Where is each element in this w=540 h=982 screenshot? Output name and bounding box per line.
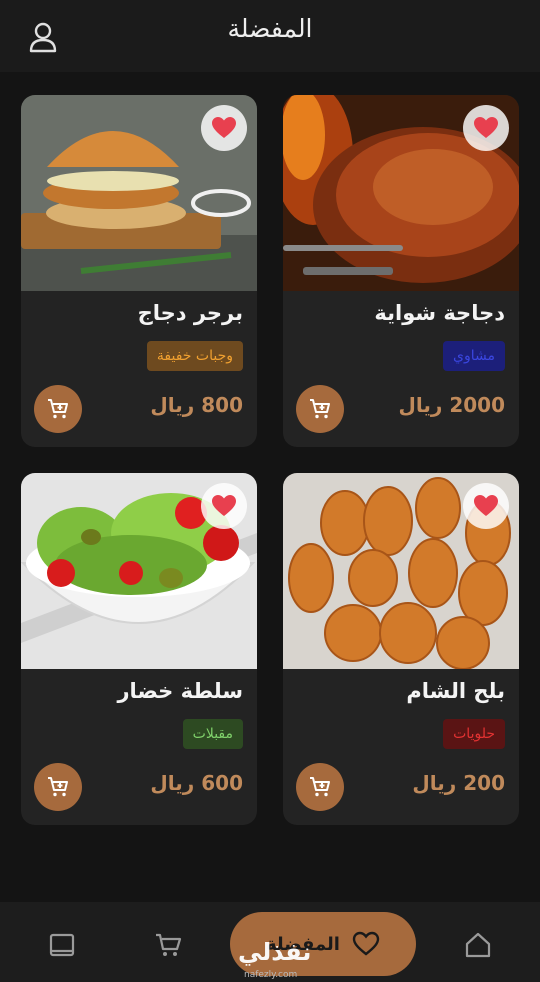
product-name: بلح الشام: [406, 679, 505, 703]
product-price: 200 ريال: [412, 771, 505, 795]
add-to-cart-button[interactable]: [296, 763, 344, 811]
product-name: برجر دجاج: [137, 301, 243, 325]
product-price: 600 ريال: [150, 771, 243, 795]
page-title: المفضلة: [227, 14, 313, 43]
add-cart-icon: [48, 399, 68, 419]
user-icon[interactable]: [26, 20, 60, 54]
heart-icon: [474, 117, 498, 138]
favorite-card[interactable]: سلطة خضار مقبلات 600 ريال: [21, 473, 257, 825]
favorite-card[interactable]: بلح الشام حلويات 200 ريال: [283, 473, 519, 825]
home-icon[interactable]: [463, 930, 493, 960]
add-to-cart-button[interactable]: [34, 763, 82, 811]
add-to-cart-button[interactable]: [34, 385, 82, 433]
favorite-button[interactable]: [201, 105, 247, 151]
favorite-button[interactable]: [463, 105, 509, 151]
add-to-cart-button[interactable]: [296, 385, 344, 433]
favorite-card[interactable]: برجر دجاج وجبات خفيفة 800 ريال: [21, 95, 257, 447]
product-name: دجاجة شواية: [374, 301, 505, 325]
heart-icon: [352, 931, 380, 956]
product-name: سلطة خضار: [117, 679, 243, 703]
app-header: المفضلة: [0, 0, 540, 72]
watermark-logo: نفذلي: [238, 938, 312, 966]
product-price: 800 ريال: [150, 393, 243, 417]
favorite-button[interactable]: [463, 483, 509, 529]
watermark-url: nafezly.com: [244, 970, 298, 980]
category-badge: حلويات: [443, 719, 505, 749]
favorite-card[interactable]: دجاجة شواية مشاوي 2000 ريال: [283, 95, 519, 447]
orders-icon[interactable]: [47, 930, 77, 960]
category-badge: مشاوي: [443, 341, 505, 371]
heart-icon: [212, 495, 236, 516]
heart-icon: [212, 117, 236, 138]
add-cart-icon: [310, 777, 330, 797]
add-cart-icon: [310, 399, 330, 419]
heart-icon: [474, 495, 498, 516]
category-badge: وجبات خفيفة: [146, 341, 243, 371]
add-cart-icon: [48, 777, 68, 797]
category-badge: مقبلات: [182, 719, 243, 749]
product-price: 2000 ريال: [398, 393, 505, 417]
favorite-button[interactable]: [201, 483, 247, 529]
cart-icon[interactable]: [153, 930, 183, 960]
